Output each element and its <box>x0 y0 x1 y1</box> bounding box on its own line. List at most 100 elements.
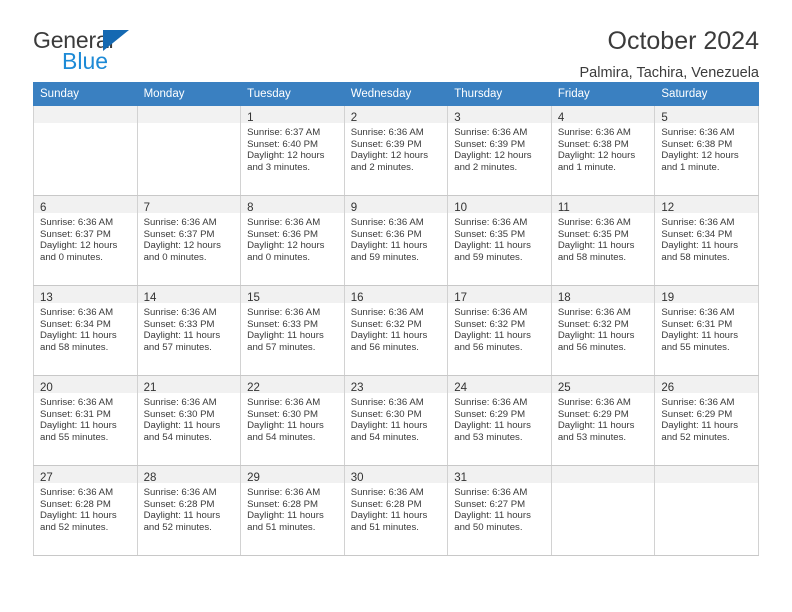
day-number: 1 <box>247 112 254 124</box>
calendar-day-cell[interactable]: 21 Sunrise: 6:36 AM Sunset: 6:30 PM Dayligh… <box>136 375 242 466</box>
day-number-band <box>137 106 241 123</box>
sunset-time: Sunset: 6:39 PM <box>454 138 526 150</box>
day-number-band <box>551 466 655 483</box>
calendar-day-cell[interactable]: 15 Sunrise: 6:36 AM Sunset: 6:33 PM Dayligh… <box>240 285 345 376</box>
calendar-day-cell[interactable]: 9 Sunrise: 6:36 AM Sunset: 6:36 PM Daylight… <box>343 195 449 286</box>
calendar-day-cell[interactable]: 30 Sunrise: 6:36 AM Sunset: 6:28 PM Dayligh… <box>343 465 449 556</box>
day-details: Sunrise: 6:36 AM Sunset: 6:29 PM Daylight:… <box>655 393 758 443</box>
day-number: 20 <box>40 382 53 394</box>
day-number: 8 <box>247 202 254 214</box>
calendar-day-cell[interactable]: 7 Sunrise: 6:36 AM Sunset: 6:37 PM Daylight… <box>136 195 242 286</box>
calendar-day-cell[interactable]: 6 Sunrise: 6:36 AM Sunset: 6:37 PM Daylight… <box>33 195 138 286</box>
day-number: 22 <box>247 382 260 394</box>
day-details: Sunrise: 6:36 AM Sunset: 6:28 PM Daylight:… <box>138 483 241 533</box>
day-number-band: 15 <box>241 286 344 304</box>
calendar-day-cell[interactable]: 24 Sunrise: 6:36 AM Sunset: 6:29 PM Dayligh… <box>447 375 552 466</box>
day-number-band: 31 <box>448 466 551 484</box>
calendar-day-cell[interactable]: 4 Sunrise: 6:36 AM Sunset: 6:38 PM Daylight… <box>550 105 656 196</box>
page-header: General Blue October 2024 Palmira, Tachi… <box>33 0 759 80</box>
column-header-thursday: Thursday <box>447 82 552 106</box>
sunrise-time: Sunrise: 6:36 AM <box>454 307 528 318</box>
calendar-day-cell[interactable]: 23 Sunrise: 6:36 AM Sunset: 6:30 PM Dayligh… <box>343 375 449 466</box>
calendar-day-cell[interactable]: 20 Sunrise: 6:36 AM Sunset: 6:31 PM Dayligh… <box>33 375 138 466</box>
day-number: 2 <box>350 112 358 124</box>
sunrise-time: Sunrise: 6:36 AM <box>350 127 424 138</box>
day-number: 18 <box>557 292 571 304</box>
sunset-time: Sunset: 6:29 PM <box>454 408 526 420</box>
sunrise-time: Sunrise: 6:36 AM <box>143 307 217 318</box>
sunrise-time: Sunrise: 6:36 AM <box>247 217 321 228</box>
day-number-band: 30 <box>344 466 448 484</box>
calendar-day-cell[interactable]: 17 Sunrise: 6:36 AM Sunset: 6:32 PM Dayligh… <box>447 285 552 376</box>
calendar-day-cell[interactable]: 14 Sunrise: 6:36 AM Sunset: 6:33 PM Dayligh… <box>136 285 242 376</box>
daylight-duration: Daylight: 12 hours and 1 minute. <box>661 150 739 173</box>
sunrise-time: Sunrise: 6:36 AM <box>247 307 321 318</box>
calendar-day-cell[interactable]: 25 Sunrise: 6:36 AM Sunset: 6:29 PM Dayligh… <box>550 375 656 466</box>
day-details: Sunrise: 6:36 AM Sunset: 6:37 PM Daylight:… <box>138 213 241 263</box>
location-subtitle: Palmira, Tachira, Venezuela <box>579 64 759 81</box>
calendar-day-cell[interactable]: 22 Sunrise: 6:36 AM Sunset: 6:30 PM Dayligh… <box>240 375 345 466</box>
column-header-friday: Friday <box>550 82 656 106</box>
sunset-time: Sunset: 6:33 PM <box>247 318 319 330</box>
sunset-time: Sunset: 6:31 PM <box>40 408 111 420</box>
day-number: 9 <box>350 202 358 214</box>
sunrise-time: Sunrise: 6:36 AM <box>661 217 735 228</box>
calendar-day-cell[interactable]: 2 Sunrise: 6:36 AM Sunset: 6:39 PM Daylight… <box>343 105 449 196</box>
day-number: 14 <box>143 292 157 304</box>
day-details: Sunrise: 6:36 AM Sunset: 6:32 PM Daylight:… <box>552 303 655 353</box>
calendar-day-cell[interactable]: 12 Sunrise: 6:36 AM Sunset: 6:34 PM Dayligh… <box>654 195 759 286</box>
day-number-band: 9 <box>344 196 448 214</box>
daylight-duration: Daylight: 11 hours and 59 minutes. <box>350 240 428 263</box>
day-number-band: 27 <box>34 466 137 484</box>
day-details: Sunrise: 6:36 AM Sunset: 6:36 PM Daylight:… <box>345 213 448 263</box>
header-titles: October 2024 Palmira, Tachira, Venezuela <box>579 27 759 81</box>
day-number-band: 17 <box>448 286 551 304</box>
sunrise-sunset-calendar-table: Sunday Monday Tuesday Wednesday Thursday… <box>33 82 759 556</box>
calendar-week-row: 6 Sunrise: 6:36 AM Sunset: 6:37 PM Daylight… <box>33 195 759 286</box>
general-blue-logo[interactable]: General Blue <box>33 27 213 79</box>
calendar-day-cell[interactable]: 18 Sunrise: 6:36 AM Sunset: 6:32 PM Dayligh… <box>550 285 656 376</box>
sunset-time: Sunset: 6:32 PM <box>350 318 422 330</box>
sunset-time: Sunset: 6:36 PM <box>350 228 422 240</box>
day-number: 25 <box>557 382 571 394</box>
sunset-time: Sunset: 6:34 PM <box>40 318 111 330</box>
daylight-duration: Daylight: 11 hours and 54 minutes. <box>143 420 221 443</box>
day-details: Sunrise: 6:37 AM Sunset: 6:40 PM Daylight:… <box>241 123 344 173</box>
day-details: Sunrise: 6:36 AM Sunset: 6:32 PM Daylight:… <box>345 303 448 353</box>
column-header-sunday: Sunday <box>33 82 138 106</box>
daylight-duration: Daylight: 11 hours and 51 minutes. <box>350 510 428 533</box>
calendar-day-cell[interactable]: 5 Sunrise: 6:36 AM Sunset: 6:38 PM Daylight… <box>654 105 759 196</box>
day-number-band: 3 <box>448 106 551 124</box>
daylight-duration: Daylight: 11 hours and 56 minutes. <box>454 330 531 353</box>
calendar-day-cell[interactable]: 11 Sunrise: 6:36 AM Sunset: 6:35 PM Dayligh… <box>550 195 656 286</box>
calendar-day-cell[interactable]: 1 Sunrise: 6:37 AM Sunset: 6:40 PM Daylight… <box>240 105 345 196</box>
sunset-time: Sunset: 6:28 PM <box>143 498 215 510</box>
day-number: 29 <box>247 472 260 484</box>
calendar-day-cell[interactable]: 28 Sunrise: 6:36 AM Sunset: 6:28 PM Dayligh… <box>136 465 242 556</box>
sunset-time: Sunset: 6:35 PM <box>454 228 526 240</box>
day-number: 24 <box>454 382 468 394</box>
calendar-day-cell[interactable]: 19 Sunrise: 6:36 AM Sunset: 6:31 PM Dayligh… <box>654 285 759 376</box>
daylight-duration: Daylight: 12 hours and 3 minutes. <box>247 150 325 173</box>
day-number: 13 <box>40 292 53 304</box>
sunset-time: Sunset: 6:36 PM <box>247 228 319 240</box>
sunset-time: Sunset: 6:30 PM <box>247 408 319 420</box>
calendar-day-cell[interactable]: 10 Sunrise: 6:36 AM Sunset: 6:35 PM Dayligh… <box>447 195 552 286</box>
calendar-day-cell[interactable]: 16 Sunrise: 6:36 AM Sunset: 6:32 PM Dayligh… <box>343 285 449 376</box>
calendar-day-cell[interactable]: 26 Sunrise: 6:36 AM Sunset: 6:29 PM Dayligh… <box>654 375 759 466</box>
calendar-header-row-group: Sunday Monday Tuesday Wednesday Thursday… <box>33 82 759 106</box>
day-number: 7 <box>143 202 150 214</box>
sunrise-time: Sunrise: 6:37 AM <box>247 127 321 138</box>
day-number-band: 18 <box>551 286 655 304</box>
calendar-day-cell[interactable]: 31 Sunrise: 6:36 AM Sunset: 6:27 PM Dayligh… <box>447 465 552 556</box>
calendar-day-cell[interactable]: 3 Sunrise: 6:36 AM Sunset: 6:39 PM Daylight… <box>447 105 552 196</box>
sunrise-time: Sunrise: 6:36 AM <box>143 217 217 228</box>
calendar-page: General Blue October 2024 Palmira, Tachi… <box>0 0 792 612</box>
daylight-duration: Daylight: 11 hours and 58 minutes. <box>40 330 117 353</box>
calendar-day-cell[interactable]: 27 Sunrise: 6:36 AM Sunset: 6:28 PM Dayligh… <box>33 465 138 556</box>
calendar-day-cell[interactable]: 8 Sunrise: 6:36 AM Sunset: 6:36 PM Daylight… <box>240 195 345 286</box>
calendar-day-cell[interactable]: 29 Sunrise: 6:36 AM Sunset: 6:28 PM Dayligh… <box>240 465 345 556</box>
calendar-day-cell[interactable]: 13 Sunrise: 6:36 AM Sunset: 6:34 PM Dayligh… <box>33 285 138 376</box>
daylight-duration: Daylight: 12 hours and 0 minutes. <box>40 240 118 263</box>
daylight-duration: Daylight: 11 hours and 57 minutes. <box>143 330 221 353</box>
